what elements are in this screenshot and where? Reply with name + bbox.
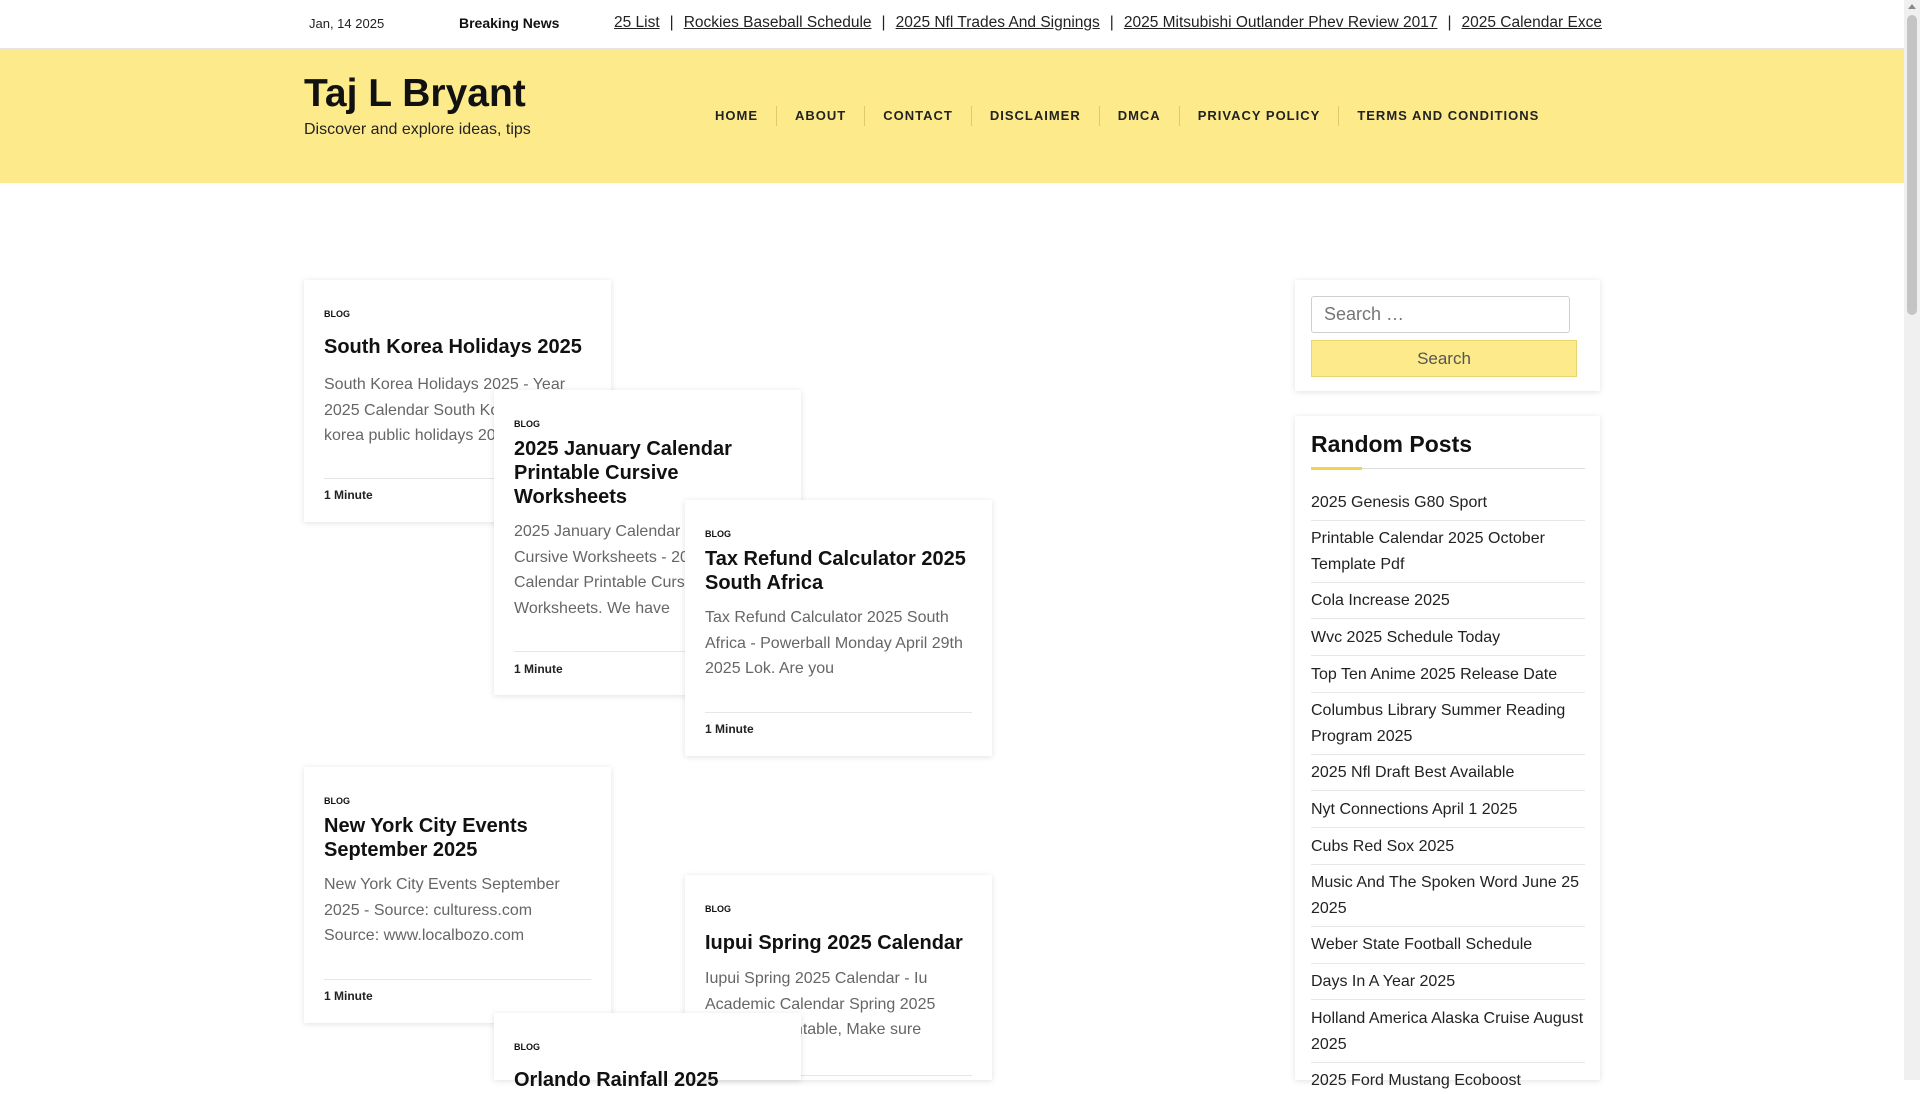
post-excerpt: Tax Refund Calculator 2025 South Africa … (705, 609, 963, 677)
post-card: BLOG Orlando Rainfall 2025 (494, 1013, 801, 1091)
widget-title-accent (1311, 467, 1362, 470)
post-title[interactable]: 2025 January Calendar Printable Cursive … (514, 437, 781, 509)
read-time: 1 Minute (324, 989, 373, 1003)
random-post-link[interactable]: Weber State Football Schedule (1311, 932, 1591, 958)
list-divider (1311, 754, 1585, 755)
list-divider (1311, 655, 1585, 656)
ticker-link[interactable]: 2025 Calendar Exce (1462, 14, 1602, 31)
scrollbar-thumb[interactable] (1907, 15, 1917, 315)
post-category[interactable]: BLOG (514, 1042, 540, 1052)
post-title[interactable]: Iupui Spring 2025 Calendar (705, 931, 972, 955)
card-divider (705, 712, 972, 713)
list-divider (1311, 618, 1585, 619)
list-divider (1311, 582, 1585, 583)
post-excerpt: New York City Events September 2025 - So… (324, 876, 560, 944)
site-header: Taj L Bryant Discover and explore ideas,… (0, 49, 1904, 183)
random-post-link[interactable]: Wvc 2025 Schedule Today (1311, 625, 1591, 651)
list-divider (1311, 692, 1585, 693)
list-divider (1311, 520, 1585, 521)
random-post-link[interactable]: Top Ten Anime 2025 Release Date (1311, 662, 1591, 688)
site-description: Discover and explore ideas, tips (304, 121, 531, 138)
random-post-link[interactable]: Cubs Red Sox 2025 (1311, 834, 1591, 860)
post-category[interactable]: BLOG (705, 904, 731, 914)
random-post-link[interactable]: Columbus Library Summer Reading Program … (1311, 698, 1591, 750)
nav-contact[interactable]: CONTACT (865, 106, 972, 126)
random-post-link[interactable]: Holland America Alaska Cruise August 202… (1311, 1006, 1591, 1058)
breaking-news-label: Breaking News (459, 15, 560, 31)
nav-privacy-policy[interactable]: PRIVACY POLICY (1180, 106, 1340, 126)
nav-home[interactable]: HOME (697, 106, 777, 126)
random-posts-widget: Random Posts 2025 Genesis G80 Sport Prin… (1295, 416, 1600, 1089)
list-divider (1311, 1062, 1585, 1063)
breaking-news-ticker: 25 List | Rockies Baseball Schedule | 2025 N… (608, 14, 1642, 38)
site-title[interactable]: Taj L Bryant (304, 72, 526, 116)
ticker-link[interactable]: 2025 Mitsubishi Outlander Phev Review 20… (1124, 14, 1438, 31)
random-post-link[interactable]: 2025 Ford Mustang Ecoboost (1311, 1068, 1591, 1094)
list-divider (1311, 926, 1585, 927)
random-post-link[interactable]: Nyt Connections April 1 2025 (1311, 797, 1591, 823)
card-divider (324, 979, 591, 980)
post-category[interactable]: BLOG (705, 529, 731, 539)
nav-about[interactable]: ABOUT (777, 106, 866, 126)
post-category[interactable]: BLOG (514, 419, 540, 429)
post-title[interactable]: Tax Refund Calculator 2025 South Africa (705, 547, 972, 595)
post-category[interactable]: BLOG (324, 796, 350, 806)
ticker-separator: | (881, 14, 886, 31)
list-divider (1311, 790, 1585, 791)
random-post-link[interactable]: 2025 Genesis G80 Sport (1311, 490, 1591, 516)
post-title[interactable]: South Korea Holidays 2025 (324, 335, 591, 359)
random-post-link[interactable]: Days In A Year 2025 (1311, 969, 1591, 995)
post-category[interactable]: BLOG (324, 309, 350, 319)
search-widget: Search (1295, 280, 1600, 391)
random-post-link[interactable]: Printable Calendar 2025 October Template… (1311, 526, 1591, 578)
scroll-up-arrow-icon[interactable] (1908, 4, 1916, 9)
read-time: 1 Minute (705, 722, 754, 736)
top-bar: Jan, 14 2025 Breaking News 25 List | Rocki… (0, 0, 1904, 49)
ticker-link[interactable]: Rockies Baseball Schedule (684, 14, 872, 31)
list-divider (1311, 827, 1585, 828)
post-title[interactable]: Orlando Rainfall 2025 (514, 1068, 781, 1092)
post-title[interactable]: New York City Events September 2025 (324, 814, 591, 862)
main-nav: HOME ABOUT CONTACT DISCLAIMER DMCA PRIVA… (697, 106, 1557, 126)
random-posts-title: Random Posts (1311, 431, 1473, 457)
ticker-link[interactable]: 2025 Nfl Trades And Signings (896, 14, 1100, 31)
ticker-link[interactable]: 25 List (614, 14, 660, 31)
page-scrollbar[interactable] (1904, 0, 1920, 1080)
random-post-link[interactable]: Cola Increase 2025 (1311, 588, 1591, 614)
nav-terms-and-conditions[interactable]: TERMS AND CONDITIONS (1339, 106, 1557, 126)
post-card: BLOG Tax Refund Calculator 2025 South Af… (685, 500, 992, 756)
read-time: 1 Minute (514, 662, 563, 676)
list-divider (1311, 999, 1585, 1000)
nav-disclaimer[interactable]: DISCLAIMER (972, 106, 1100, 126)
nav-dmca[interactable]: DMCA (1100, 106, 1180, 126)
current-date: Jan, 14 2025 (309, 16, 385, 31)
list-divider (1311, 864, 1585, 865)
post-card: BLOG New York City Events September 2025… (304, 767, 611, 1023)
ticker-separator: | (1447, 14, 1452, 31)
search-input[interactable] (1311, 296, 1570, 333)
ticker-separator: | (669, 14, 674, 31)
random-post-link[interactable]: 2025 Nfl Draft Best Available (1311, 760, 1591, 786)
list-divider (1311, 963, 1585, 964)
read-time: 1 Minute (324, 488, 373, 502)
random-post-link[interactable]: Music And The Spoken Word June 25 2025 (1311, 870, 1591, 922)
search-button[interactable]: Search (1311, 340, 1577, 377)
ticker-separator: | (1109, 14, 1114, 31)
